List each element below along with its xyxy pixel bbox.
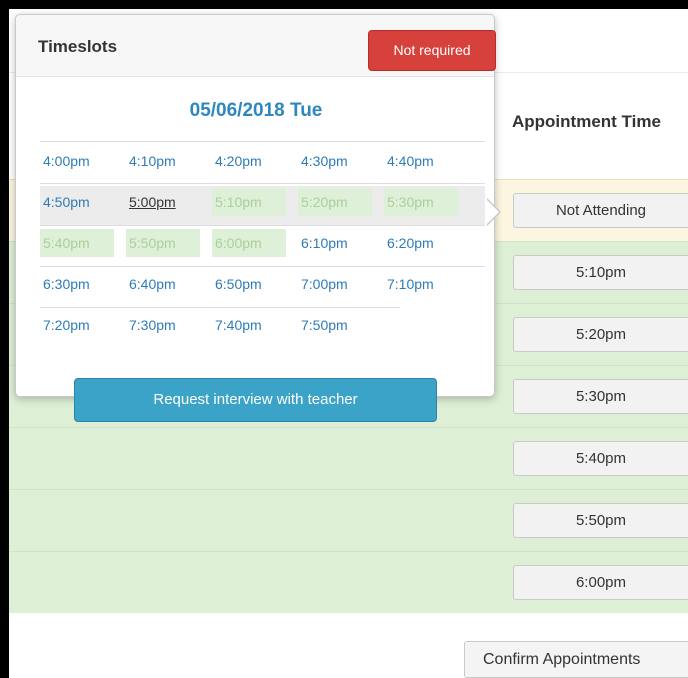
timeslot-booked: 5:10pm [212, 188, 286, 216]
timeslot-available[interactable]: 4:50pm [40, 188, 114, 216]
timeslot-booked: 5:50pm [126, 229, 200, 257]
timeslot-available[interactable]: 7:40pm [212, 311, 286, 339]
timeslot-available[interactable]: 6:10pm [298, 229, 372, 257]
appointment-time-button[interactable]: 5:10pm [513, 255, 688, 290]
appointment-time-header: Appointment Time [512, 112, 661, 131]
slot-divider [40, 266, 485, 267]
timeslot-available[interactable]: 4:40pm [384, 147, 458, 175]
timeslot-available[interactable]: 4:30pm [298, 147, 372, 175]
slot-divider [40, 225, 485, 226]
timeslot-available[interactable]: 7:30pm [126, 311, 200, 339]
window-frame: Appointment Time Not Attending 5:10pm 5:20… [0, 0, 688, 678]
appointment-time-button[interactable]: 5:20pm [513, 317, 688, 352]
timeslot-selected[interactable]: 5:00pm [126, 188, 200, 216]
timeslot-available[interactable]: 4:10pm [126, 147, 200, 175]
timeslot-booked: 5:30pm [384, 188, 458, 216]
timeslot-available[interactable]: 6:20pm [384, 229, 458, 257]
timeslot-available[interactable]: 7:20pm [40, 311, 114, 339]
request-interview-button[interactable]: Request interview with teacher [74, 378, 437, 422]
appointment-time-button[interactable]: 5:40pm [513, 441, 688, 476]
confirm-appointments-button[interactable]: Confirm Appointments [464, 641, 688, 678]
slot-divider [40, 307, 400, 308]
timeslot-booked: 5:20pm [298, 188, 372, 216]
timeslot-booked: 6:00pm [212, 229, 286, 257]
timeslot-booked: 5:40pm [40, 229, 114, 257]
appointment-time-button[interactable]: 5:50pm [513, 503, 688, 538]
timeslot-available[interactable]: 7:00pm [298, 270, 372, 298]
popover-title: Timeslots [38, 37, 118, 56]
timeslot-available[interactable]: 4:00pm [40, 147, 114, 175]
popover-arrow-inner [486, 199, 499, 225]
date-heading: 05/06/2018 Tue [189, 100, 323, 121]
appointment-time-button[interactable]: 5:30pm [513, 379, 688, 414]
timeslot-available[interactable]: 4:20pm [212, 147, 286, 175]
timeslot-available[interactable]: 7:50pm [298, 311, 372, 339]
slot-divider [40, 183, 485, 184]
not-required-button[interactable]: Not required [368, 30, 496, 71]
not-attending-button[interactable]: Not Attending [513, 193, 688, 228]
timeslots-popover: Timeslots Not required 05/06/2018 Tue 4:… [15, 14, 496, 422]
slot-divider [40, 141, 485, 142]
appointment-time-button[interactable]: 6:00pm [513, 565, 688, 600]
timeslot-available[interactable]: 6:50pm [212, 270, 286, 298]
timeslot-available[interactable]: 7:10pm [384, 270, 458, 298]
timeslot-available[interactable]: 6:40pm [126, 270, 200, 298]
timeslot-available[interactable]: 6:30pm [40, 270, 114, 298]
